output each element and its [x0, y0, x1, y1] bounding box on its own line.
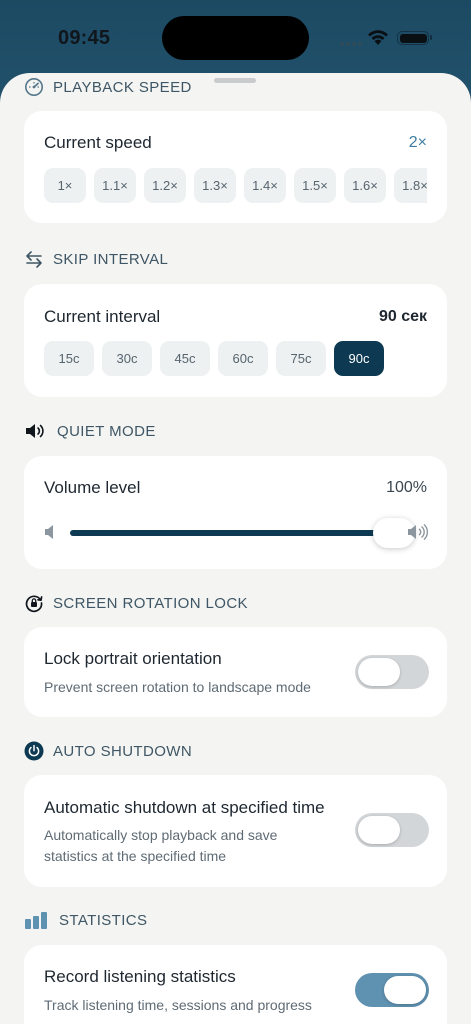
status-time: 09:45 — [58, 27, 111, 49]
interval-option-90-selected[interactable]: 90с — [334, 341, 384, 376]
speed-option-1-6[interactable]: 1.6× — [344, 168, 386, 203]
volume-level-label: Volume level — [44, 478, 141, 497]
interval-option-75[interactable]: 75с — [276, 341, 326, 376]
toggle-knob — [358, 816, 400, 844]
record-statistics-toggle[interactable] — [355, 973, 429, 1007]
volume-track[interactable] — [70, 530, 390, 536]
statistics-card: Record listening statistics Track listen… — [24, 945, 447, 1024]
speaker-icon — [24, 421, 48, 441]
volume-high-icon — [407, 523, 429, 546]
current-interval-value: 90 сек — [378, 308, 427, 325]
section-title-screen-rotation: SCREEN ROTATION LOCK — [53, 594, 248, 612]
sheet-drag-handle[interactable] — [214, 78, 256, 83]
section-auto-shutdown: AUTO SHUTDOWN — [24, 740, 192, 762]
auto-shutdown-toggle[interactable] — [355, 813, 429, 847]
auto-shutdown-description-line1: Automatically stop playback and save — [44, 827, 278, 843]
settings-sheet: PLAYBACK SPEED Current speed 2× 1× 1.1× … — [0, 73, 471, 1024]
quiet-mode-card: Volume level 100% — [24, 456, 447, 569]
battery-icon — [397, 31, 432, 45]
playback-speed-card: Current speed 2× 1× 1.1× 1.2× 1.3× 1.4× … — [24, 111, 447, 223]
volume-low-icon — [44, 524, 56, 545]
interval-options: 15с 30с 45с 60с 75с 90с — [44, 341, 427, 377]
dynamic-island — [162, 16, 309, 60]
section-title-auto-shutdown: AUTO SHUTDOWN — [53, 742, 193, 760]
wifi-icon — [366, 27, 390, 47]
speed-option-1[interactable]: 1× — [44, 168, 86, 203]
section-title-skip-interval: SKIP INTERVAL — [53, 250, 169, 268]
skip-interval-card: Current interval 90 сек 15с 30с 45с 60с … — [24, 284, 447, 397]
section-title-statistics: STATISTICS — [59, 911, 148, 929]
lock-portrait-label: Lock portrait orientation — [44, 649, 222, 668]
auto-shutdown-card: Automatic shutdown at specified time Aut… — [24, 775, 447, 887]
speed-options: 1× 1.1× 1.2× 1.3× 1.4× 1.5× 1.6× 1.8× — [44, 168, 427, 204]
volume-level-value: 100% — [386, 479, 427, 496]
auto-shutdown-description-line2: statistics at the specified time — [44, 848, 227, 864]
lock-portrait-toggle[interactable] — [355, 655, 429, 689]
speed-option-1-3[interactable]: 1.3× — [194, 168, 236, 203]
current-interval-label: Current interval — [44, 307, 161, 326]
swap-arrows-icon — [24, 249, 44, 269]
interval-option-60[interactable]: 60с — [218, 341, 268, 376]
section-title-quiet-mode: QUIET MODE — [57, 422, 156, 440]
toggle-knob — [384, 976, 426, 1004]
section-title-playback-speed: PLAYBACK SPEED — [53, 78, 192, 96]
section-playback-speed: PLAYBACK SPEED — [24, 76, 192, 98]
interval-option-30[interactable]: 30с — [102, 341, 152, 376]
speed-option-1-4[interactable]: 1.4× — [244, 168, 286, 203]
record-statistics-description: Track listening time, sessions and progr… — [44, 997, 312, 1013]
volume-slider[interactable] — [44, 518, 429, 548]
interval-option-15[interactable]: 15с — [44, 341, 94, 376]
section-quiet-mode: QUIET MODE — [24, 420, 156, 442]
section-skip-interval: SKIP INTERVAL — [24, 248, 168, 270]
power-icon — [24, 741, 44, 761]
speed-option-1-5[interactable]: 1.5× — [294, 168, 336, 203]
status-bar: 09:45 — [0, 0, 471, 76]
cellular-signal-icon — [340, 40, 364, 46]
volume-fill — [70, 530, 390, 536]
current-speed-label: Current speed — [44, 133, 152, 152]
rotation-lock-icon — [24, 593, 44, 613]
section-screen-rotation: SCREEN ROTATION LOCK — [24, 592, 248, 614]
record-statistics-label: Record listening statistics — [44, 967, 236, 986]
screen-rotation-card: Lock portrait orientation Prevent screen… — [24, 627, 447, 717]
speed-option-1-8[interactable]: 1.8× — [394, 168, 427, 203]
interval-option-45[interactable]: 45с — [160, 341, 210, 376]
current-speed-value: 2× — [408, 134, 427, 151]
bar-chart-icon — [24, 910, 50, 930]
speed-option-1-2[interactable]: 1.2× — [144, 168, 186, 203]
speed-option-1-1[interactable]: 1.1× — [94, 168, 136, 203]
speedometer-icon — [24, 77, 44, 97]
auto-shutdown-label: Automatic shutdown at specified time — [44, 798, 325, 817]
section-statistics: STATISTICS — [24, 909, 147, 931]
lock-portrait-description: Prevent screen rotation to landscape mod… — [44, 679, 311, 695]
toggle-knob — [358, 658, 400, 686]
